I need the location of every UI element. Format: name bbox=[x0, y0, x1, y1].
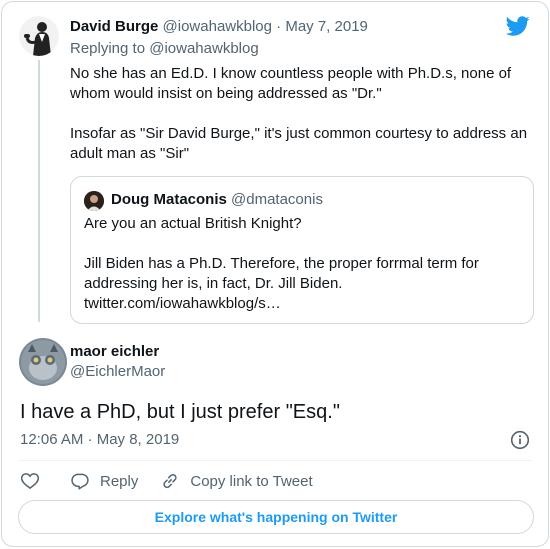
heart-icon bbox=[20, 473, 40, 490]
main-tweet-text: I have a PhD, but I just prefer "Esq." bbox=[20, 401, 340, 423]
parent-tweet-header: David Burge @iowahawkblog · May 7, 2019 bbox=[70, 17, 368, 37]
replying-to-line: Replying to @iowahawkblog bbox=[70, 39, 259, 59]
avatar-maor-eichler[interactable] bbox=[19, 338, 67, 386]
avatar-david-burge[interactable] bbox=[19, 16, 59, 56]
quoted-author-handle: @dmataconis bbox=[231, 191, 323, 208]
tweet-paragraph: Insofar as "Sir David Burge," it's just … bbox=[70, 125, 528, 162]
like-button[interactable] bbox=[20, 471, 40, 491]
reply-button[interactable]: Reply bbox=[70, 471, 138, 491]
explore-twitter-button[interactable]: Explore what's happening on Twitter bbox=[18, 500, 534, 534]
tweet-date[interactable]: May 7, 2019 bbox=[285, 18, 368, 35]
replying-handle-link[interactable]: @iowahawkblog bbox=[149, 40, 258, 57]
parent-tweet-text: No she has an Ed.D. I know countless peo… bbox=[70, 64, 532, 164]
avatar-silhouette-icon bbox=[19, 16, 59, 56]
link-icon bbox=[163, 473, 177, 489]
reply-bubble-icon bbox=[71, 473, 89, 490]
copy-link-label: Copy link to Tweet bbox=[190, 472, 313, 490]
tweet-paragraph: No she has an Ed.D. I know countless peo… bbox=[70, 65, 512, 102]
author-handle[interactable]: @EichlerMaor bbox=[70, 362, 165, 382]
quoted-tweet-card[interactable]: Doug Mataconis @dmataconis Are you an ac… bbox=[70, 176, 534, 324]
info-icon[interactable] bbox=[510, 430, 530, 450]
tweet-paragraph: Jill Biden has a Ph.D. Therefore, the pr… bbox=[84, 255, 479, 312]
reply-label: Reply bbox=[100, 472, 139, 490]
avatar-photo-icon bbox=[19, 338, 67, 386]
tweet-paragraph: Are you an actual British Knight? bbox=[84, 215, 302, 232]
tweet-actions: Reply Copy link to Tweet bbox=[20, 469, 313, 493]
twitter-bird-icon[interactable] bbox=[506, 14, 530, 38]
author-name[interactable]: David Burge bbox=[70, 18, 158, 35]
divider bbox=[18, 460, 532, 461]
separator-dot: · bbox=[276, 18, 282, 35]
tweet-embed-card: David Burge @iowahawkblog · May 7, 2019 … bbox=[1, 1, 549, 547]
replying-prefix: Replying to bbox=[70, 40, 146, 57]
copy-link-button[interactable]: Copy link to Tweet bbox=[160, 471, 313, 491]
avatar-photo-icon bbox=[84, 191, 104, 211]
thread-connector-line bbox=[38, 60, 40, 322]
quoted-tweet-header: Doug Mataconis @dmataconis bbox=[111, 190, 323, 210]
author-name[interactable]: maor eichler bbox=[70, 342, 159, 362]
quoted-tweet-text: Are you an actual British Knight? Jill B… bbox=[84, 214, 524, 314]
avatar-doug-mataconis bbox=[84, 191, 104, 211]
quoted-author-name: Doug Mataconis bbox=[111, 191, 227, 208]
author-handle[interactable]: @iowahawkblog bbox=[163, 18, 272, 35]
tweet-timestamp[interactable]: 12:06 AM · May 8, 2019 bbox=[20, 430, 179, 450]
